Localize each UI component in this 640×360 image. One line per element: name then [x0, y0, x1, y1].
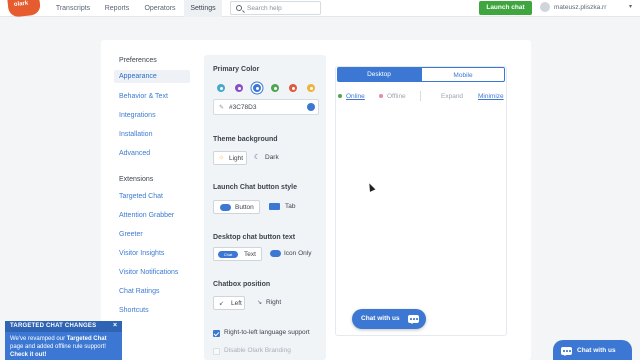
chevron-down-icon: ▾: [629, 4, 633, 10]
sidebar-heading-preferences: Preferences: [119, 57, 157, 64]
launch-style-tab-label: Tab: [285, 203, 296, 210]
sidebar-item-attention-grabber[interactable]: Attention Grabber: [119, 212, 174, 219]
sidebar-item-installation[interactable]: Installation: [119, 131, 152, 138]
chat-bubble-icon: [408, 315, 419, 324]
theme-light-label: Light: [229, 155, 244, 162]
disable-branding-checkbox[interactable]: [213, 348, 220, 355]
color-hex-input[interactable]: ✎ #3C78D3: [213, 99, 319, 115]
search-icon: [236, 5, 242, 11]
launch-style-button-option[interactable]: Button: [213, 200, 260, 214]
position-left-option[interactable]: ↙ Left: [213, 296, 245, 310]
theme-light-option[interactable]: ☼ Light: [213, 151, 247, 165]
chat-bubble-icon: [270, 250, 281, 257]
moon-icon: ☾: [254, 154, 261, 161]
notification-text-2: page and added offline rule support!: [10, 344, 106, 350]
tab-desktop[interactable]: Desktop: [337, 67, 421, 82]
notification-header: TARGETED CHAT CHANGES ×: [5, 321, 122, 332]
color-swatch-purple[interactable]: [235, 84, 243, 92]
sun-icon: ☼: [218, 154, 225, 161]
notification-title: TARGETED CHAT CHANGES: [10, 323, 97, 329]
sidebar-item-integrations[interactable]: Integrations: [119, 112, 156, 119]
sidebar-heading-extensions: Extensions: [119, 176, 154, 183]
preview-offline-link[interactable]: Offline: [387, 93, 406, 100]
button-style-icon: [220, 204, 231, 211]
desktop-text-label: Text: [244, 251, 256, 258]
notification-body: We've revamped our Targeted Chat page an…: [10, 335, 120, 359]
arrow-down-right-icon: ↘: [257, 300, 263, 306]
launch-style-title: Launch Chat button style: [213, 184, 297, 191]
preview-chat-button[interactable]: Chat with us: [352, 309, 426, 329]
search-help-input[interactable]: Search help: [230, 1, 321, 15]
nav-reports[interactable]: Reports: [99, 0, 135, 17]
notification-targeted-chat-link[interactable]: Targeted Chat: [67, 336, 107, 342]
position-right-label: Right: [266, 299, 282, 306]
launch-style-button-label: Button: [235, 204, 254, 211]
nav-transcripts[interactable]: Transcripts: [52, 0, 94, 17]
theme-dark-option[interactable]: ☾ Dark: [252, 151, 286, 165]
primary-color-title: Primary Color: [213, 66, 260, 73]
live-chat-button-label: Chat with us: [577, 347, 616, 354]
olark-logo[interactable]: olark: [6, 0, 42, 18]
desktop-icon-only-label: Icon Only: [284, 250, 312, 257]
online-status-dot: [338, 94, 342, 98]
chatbox-preview: [335, 66, 507, 336]
sidebar-item-shortcuts[interactable]: Shortcuts: [119, 307, 149, 314]
sidebar-item-visitor-notifications[interactable]: Visitor Notifications: [119, 269, 178, 276]
sidebar-item-visitor-insights[interactable]: Visitor Insights: [119, 250, 164, 257]
search-placeholder: Search help: [247, 5, 282, 12]
theme-background-title: Theme background: [213, 136, 278, 143]
sidebar-item-advanced[interactable]: Advanced: [119, 150, 150, 157]
top-nav: olark Transcripts Reports Operators Sett…: [0, 0, 640, 18]
tab-style-icon: [269, 203, 280, 210]
preview-online-link[interactable]: Online: [346, 93, 365, 100]
notification-text-1: We've revamped our: [10, 336, 67, 342]
close-icon[interactable]: ×: [113, 322, 117, 329]
desktop-icon-only-option[interactable]: Icon Only: [267, 247, 315, 261]
arrow-down-left-icon: ↙: [219, 301, 225, 307]
preview-expand-link[interactable]: Expand: [441, 93, 463, 100]
disable-branding-label: Disable Olark Branding: [224, 347, 291, 354]
chat-chip-icon: Chat: [218, 251, 238, 258]
desktop-text-title: Desktop chat button text: [213, 234, 296, 241]
tab-mobile[interactable]: Mobile: [421, 67, 505, 82]
targeted-chat-notification: TARGETED CHAT CHANGES × We've revamped o…: [5, 321, 122, 360]
preview-divider: [420, 91, 421, 101]
logo-text: olark: [13, 0, 29, 9]
chatbox-position-title: Chatbox position: [213, 281, 271, 288]
sidebar-item-behavior-text[interactable]: Behavior & Text: [119, 93, 168, 100]
chat-bubble-icon: [561, 347, 572, 356]
user-name: mateusz.pliszka.rr: [554, 4, 607, 11]
theme-dark-label: Dark: [265, 154, 279, 161]
desktop-text-option[interactable]: Chat Text: [213, 247, 262, 261]
live-chat-button[interactable]: Chat with us: [553, 340, 632, 360]
eyedropper-icon: ✎: [219, 105, 225, 111]
color-swatch-yellow[interactable]: [307, 84, 315, 92]
position-right-option[interactable]: ↘ Right: [254, 296, 286, 310]
notification-cta-link[interactable]: Check it out!: [10, 352, 46, 358]
offline-status-dot: [379, 94, 383, 98]
color-swatch-green[interactable]: [271, 84, 279, 92]
rtl-checkbox[interactable]: [213, 330, 220, 337]
sidebar-item-greeter[interactable]: Greeter: [119, 231, 143, 238]
color-swatch-teal[interactable]: [217, 84, 225, 92]
sidebar-item-chat-ratings[interactable]: Chat Ratings: [119, 288, 159, 295]
color-swatch-blue[interactable]: [253, 84, 261, 92]
launch-chat-button[interactable]: Launch chat: [479, 1, 532, 15]
color-hex-value: #3C78D3: [229, 104, 257, 111]
rtl-label: Right-to-left language support: [224, 329, 310, 336]
preview-minimize-link[interactable]: Minimize: [478, 93, 504, 100]
color-swatch-red[interactable]: [289, 84, 297, 92]
position-left-label: Left: [231, 300, 242, 307]
sidebar-item-appearance[interactable]: Appearance: [114, 70, 190, 83]
preview-chat-button-label: Chat with us: [361, 315, 400, 322]
nav-settings[interactable]: Settings: [184, 0, 222, 17]
sidebar-item-targeted-chat[interactable]: Targeted Chat: [119, 193, 163, 200]
avatar: [540, 2, 550, 12]
nav-operators[interactable]: Operators: [139, 0, 181, 17]
launch-style-tab-option[interactable]: Tab: [266, 200, 300, 214]
color-preview-dot: [307, 103, 315, 111]
